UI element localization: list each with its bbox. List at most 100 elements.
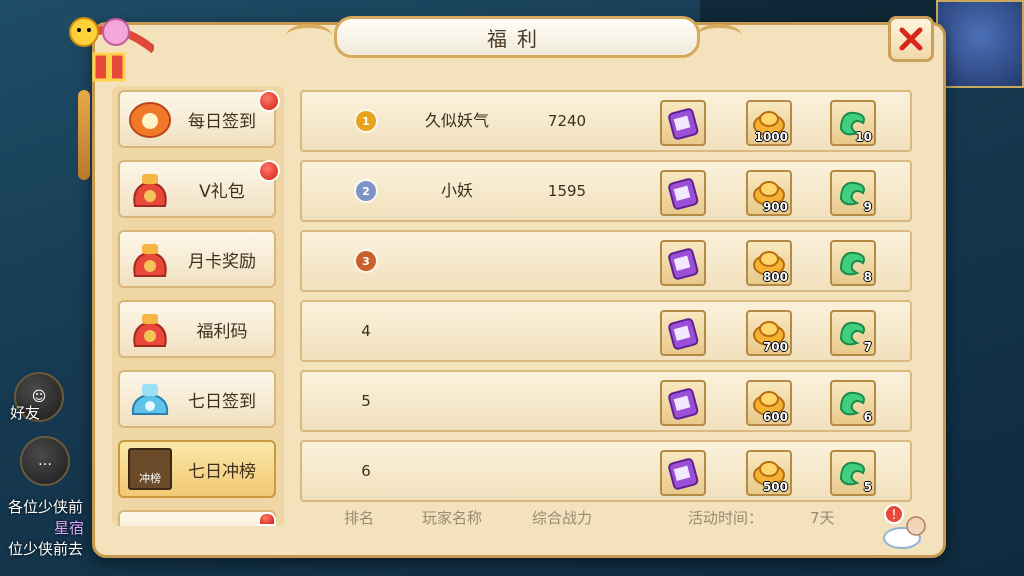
friend-label: 好友: [10, 404, 41, 422]
gift-bag-icon: [124, 233, 176, 285]
purple-scroll-icon: [668, 318, 699, 350]
player-name: [402, 302, 512, 360]
gold-medal-icon: 1: [356, 111, 376, 131]
sidebar-item-label: 七日冲榜: [188, 461, 256, 482]
ranking-row: 1 久似妖气 7240 1000 10: [300, 90, 912, 152]
lucky-charm-icon: [69, 17, 154, 82]
reward-jade[interactable]: 7: [830, 310, 876, 356]
reward-gold-ingot[interactable]: 900: [746, 170, 792, 216]
combat-power: [522, 302, 612, 360]
gift-bag-icon: [124, 303, 176, 355]
rank-cell: 6: [361, 462, 371, 480]
tassel-icon: [78, 90, 90, 180]
silver-medal-icon: 2: [356, 181, 376, 201]
reward-quantity: 7: [863, 340, 872, 354]
player-name: 小妖: [440, 181, 473, 200]
purple-scroll-icon: [668, 178, 699, 210]
notification-badge: [258, 160, 280, 182]
combat-power: [522, 442, 612, 500]
sidebar-item-monthly-card[interactable]: 月卡奖励: [118, 230, 276, 288]
rank-cell: 5: [361, 392, 371, 410]
reward-gold-ingot[interactable]: 1000: [746, 100, 792, 146]
sidebar-item-seven-day-ranking[interactable]: 冲榜 七日冲榜: [118, 440, 276, 498]
sidebar-item-label: 七日签到: [188, 391, 256, 412]
lantern-icon: [124, 93, 176, 145]
reward-gold-ingot[interactable]: 500: [746, 450, 792, 496]
ranking-row: 6 500 5: [300, 440, 912, 502]
title-ornament-right: [696, 24, 742, 48]
ranking-row: 4 700 7: [300, 300, 912, 362]
reward-quantity: 6: [863, 410, 872, 424]
reward-jade[interactable]: 6: [830, 380, 876, 426]
reward-purple-scroll[interactable]: [660, 310, 706, 356]
bronze-medal-icon: 3: [356, 251, 376, 271]
reward-gold-ingot[interactable]: 800: [746, 240, 792, 286]
combat-power: [522, 232, 612, 290]
reward-quantity: 8: [863, 270, 872, 284]
reward-quantity: 700: [762, 340, 788, 354]
chat-line: 各位少侠前: [8, 498, 84, 516]
close-icon: [899, 27, 923, 51]
sidebar-item-v-gift[interactable]: V礼包: [118, 160, 276, 218]
reward-purple-scroll[interactable]: [660, 170, 706, 216]
reward-jade[interactable]: 8: [830, 240, 876, 286]
chat-icon: …: [38, 453, 52, 469]
player-name: [402, 372, 512, 430]
ranking-list[interactable]: 1 久似妖气 7240 1000 10 2 小妖 1595 900 9 3 80…: [300, 90, 912, 502]
close-button[interactable]: [888, 16, 934, 62]
purple-scroll-icon: [668, 458, 699, 490]
chat-line: 位少侠前去: [8, 540, 84, 558]
reward-purple-scroll[interactable]: [660, 380, 706, 426]
chat-button[interactable]: …: [20, 436, 70, 486]
reward-purple-scroll[interactable]: [660, 450, 706, 496]
gift-bag-icon: [124, 513, 176, 526]
purple-scroll-icon: [668, 248, 699, 280]
sidebar: 每日签到 V礼包 月卡奖励 福利码 七日签到 冲榜 七日冲榜: [112, 86, 284, 526]
player-name: [402, 232, 512, 290]
ranking-footer: 排名 玩家名称 综合战力 活动时间： 7天: [300, 504, 912, 530]
sidebar-item-label: 每日签到: [188, 111, 256, 132]
rank-cell: 3: [342, 232, 390, 290]
sidebar-item-daily-signin[interactable]: 每日签到: [118, 90, 276, 148]
sidebar-item-more[interactable]: [118, 510, 276, 526]
reward-purple-scroll[interactable]: [660, 240, 706, 286]
reward-jade[interactable]: 10: [830, 100, 876, 146]
gift-bag-icon: [124, 163, 176, 215]
event-time-label: 活动时间：: [688, 509, 764, 527]
combat-power: 1595: [547, 182, 587, 200]
ranking-row: 5 600 6: [300, 370, 912, 432]
purple-scroll-icon: [668, 108, 699, 140]
event-time-value: 7天: [810, 509, 835, 527]
reward-purple-scroll[interactable]: [660, 100, 706, 146]
ranking-icon-text: 冲榜: [139, 472, 161, 485]
ranking-row: 3 800 8: [300, 230, 912, 292]
rank-cell: 2: [342, 162, 390, 220]
rank-column-label: 排名: [344, 509, 375, 527]
name-column-label: 玩家名称: [422, 509, 483, 527]
reward-quantity: 900: [762, 200, 788, 214]
reward-quantity: 10: [855, 130, 872, 144]
rank-cell: 1: [342, 92, 390, 150]
sidebar-item-label: 福利码: [196, 321, 248, 342]
reward-jade[interactable]: 9: [830, 170, 876, 216]
combat-power: [522, 372, 612, 430]
mascot-icon[interactable]: !: [872, 500, 934, 550]
notification-badge: [258, 512, 276, 526]
sidebar-item-label: 月卡奖励: [188, 251, 256, 272]
ranking-row: 2 小妖 1595 900 9: [300, 160, 912, 222]
sidebar-item-welfare-code[interactable]: 福利码: [118, 300, 276, 358]
title-ornament-left: [286, 24, 332, 48]
player-avatar[interactable]: [936, 0, 1024, 88]
reward-quantity: 600: [762, 410, 788, 424]
reward-gold-ingot[interactable]: 700: [746, 310, 792, 356]
panel-title: 福利: [334, 16, 700, 58]
rank-cell: 4: [361, 322, 371, 340]
reward-jade[interactable]: 5: [830, 450, 876, 496]
reward-gold-ingot[interactable]: 600: [746, 380, 792, 426]
ranking-icon: 冲榜: [124, 443, 176, 495]
reward-quantity: 800: [762, 270, 788, 284]
player-name: [402, 442, 512, 500]
notification-badge: [258, 90, 280, 112]
sidebar-item-seven-day-signin[interactable]: 七日签到: [118, 370, 276, 428]
chat-line: 星宿: [54, 519, 85, 537]
